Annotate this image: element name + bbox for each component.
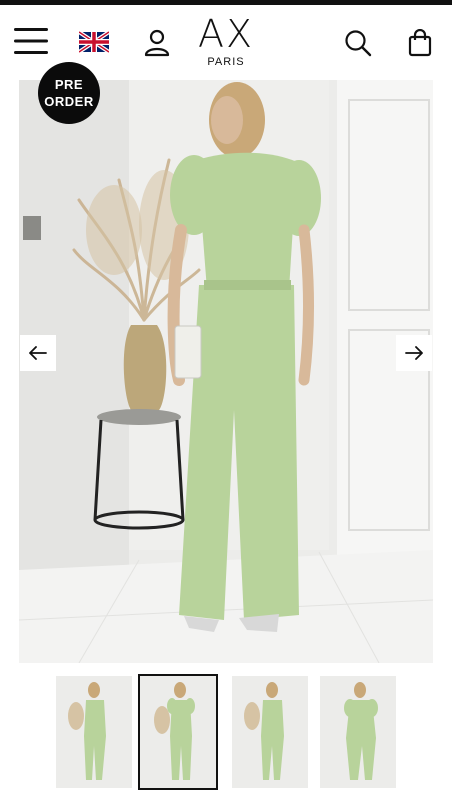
thumbnail-2[interactable] bbox=[138, 674, 218, 790]
uk-flag-icon[interactable] bbox=[78, 30, 110, 54]
thumbnail-1[interactable] bbox=[56, 676, 132, 788]
user-icon[interactable] bbox=[142, 27, 172, 59]
shopping-bag-icon[interactable] bbox=[404, 27, 436, 59]
product-main-image[interactable] bbox=[19, 80, 433, 663]
badge-line-1: PRE bbox=[54, 77, 84, 92]
logo-mark: AX bbox=[197, 12, 255, 56]
thumbnail-strip bbox=[0, 672, 452, 792]
hamburger-menu-icon[interactable] bbox=[12, 25, 50, 57]
logo-subtitle: PARIS bbox=[207, 56, 245, 68]
thumbnail-4[interactable] bbox=[320, 676, 396, 788]
product-photo bbox=[19, 80, 433, 663]
next-image-button[interactable] bbox=[396, 335, 432, 371]
search-icon[interactable] bbox=[342, 27, 374, 59]
arrow-right-icon bbox=[405, 346, 423, 360]
thumbnail-3[interactable] bbox=[232, 676, 308, 788]
brand-logo[interactable]: AX PARIS bbox=[186, 15, 266, 68]
arrow-left-icon bbox=[29, 346, 47, 360]
badge-line-2: ORDER bbox=[44, 94, 94, 109]
prev-image-button[interactable] bbox=[20, 335, 56, 371]
pre-order-badge: PRE ORDER bbox=[38, 62, 100, 124]
